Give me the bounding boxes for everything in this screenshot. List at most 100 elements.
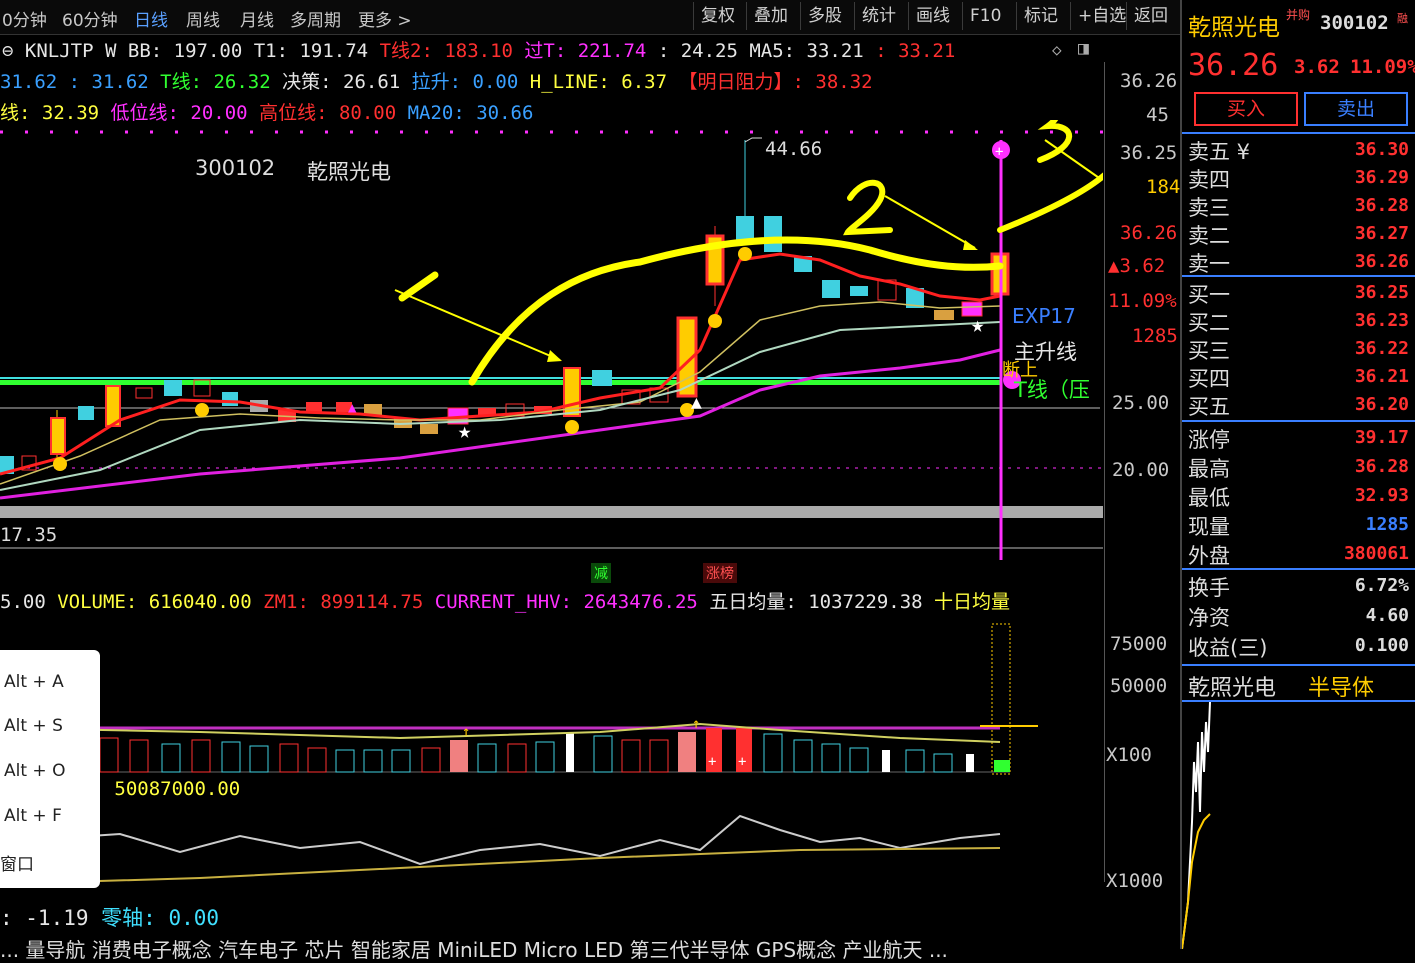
net-assets-value: 4.60: [1365, 605, 1409, 626]
bottom-grey-band: [0, 506, 1103, 518]
current-volume-value: 1285: [1365, 514, 1409, 535]
outer-volume-label: 外盘: [1188, 544, 1230, 568]
maobv-line: [0, 847, 1001, 885]
triangle-up-icon: ▲: [348, 400, 357, 416]
volume-avg5: 五日均量: 1037229.38: [709, 591, 923, 613]
shortcut-item[interactable]: Alt + S: [4, 716, 63, 736]
volume-bar: [966, 754, 974, 772]
ask-5-label: 卖五 ¥: [1188, 140, 1251, 164]
axis-price: 36.25: [1120, 142, 1178, 164]
candle: [420, 424, 438, 434]
kline-chart[interactable]: ★ ★ ▲ ▲ +: [0, 120, 1103, 560]
volume-bar: [905, 749, 925, 773]
candle: [164, 380, 182, 396]
back-button[interactable]: 返回: [1126, 2, 1175, 30]
volume-bar: [391, 749, 411, 773]
bid-2-price[interactable]: 36.23: [1355, 310, 1409, 331]
f10-button[interactable]: F10: [962, 2, 1008, 30]
indicator-w: W: [104, 40, 117, 62]
ask-3-price[interactable]: 36.28: [1355, 195, 1409, 216]
chart-stock-name: 乾照光电: [307, 160, 391, 184]
limit-up-badge: 涨榜: [703, 563, 737, 583]
volume-bar: [450, 740, 468, 772]
current-volume-label: 现量: [1188, 515, 1230, 539]
ask-4-price[interactable]: 36.29: [1355, 167, 1409, 188]
panel-divider: [1182, 568, 1415, 570]
ask-4-label: 卖四: [1188, 168, 1230, 192]
volume-bar: [335, 749, 355, 773]
mini-intraday-chart[interactable]: [1182, 702, 1415, 949]
tab-weekly[interactable]: 周线: [186, 6, 220, 31]
tab-60min[interactable]: 60分钟: [62, 6, 118, 31]
arrow-2-head: [963, 240, 978, 250]
window-toggle-icon[interactable]: ◨: [1078, 38, 1089, 59]
quote-price: 36.26: [1188, 48, 1279, 83]
volume-bar: [363, 749, 383, 773]
footer-sector[interactable]: 半导体: [1308, 670, 1374, 702]
volume-bar: [507, 743, 527, 773]
reduce-badge: 减: [591, 563, 611, 583]
multi-stock-button[interactable]: 多股: [800, 2, 849, 30]
high-price-label: 44.66: [765, 138, 823, 160]
zero-axis: 零轴: 0.00: [101, 906, 220, 930]
bottom-value: : -1.19: [0, 906, 89, 930]
volume-bar: [566, 732, 574, 772]
obv-chart[interactable]: [0, 800, 1103, 900]
add-watchlist-button[interactable]: +自选: [1070, 2, 1133, 30]
buy-button[interactable]: 买入: [1194, 92, 1298, 126]
ask-1-price[interactable]: 36.26: [1355, 251, 1409, 272]
limit-up-value: 39.17: [1354, 427, 1409, 448]
ask-2-price[interactable]: 36.27: [1355, 223, 1409, 244]
volume-axis-75000: 75000: [1110, 633, 1168, 655]
panel-divider: [1182, 664, 1415, 666]
chart-stock-code: 300102: [195, 156, 276, 180]
mark-button[interactable]: 标记: [1016, 2, 1065, 30]
axis-pct: 11.09%: [1108, 290, 1177, 312]
low-label: 最低: [1188, 486, 1230, 510]
shortcut-item[interactable]: Alt + A: [4, 672, 64, 692]
ma20-line: [0, 321, 1001, 491]
mark-2-stroke: [843, 179, 893, 236]
draw-line-button[interactable]: 画线: [908, 2, 957, 30]
volume-bar: [649, 739, 669, 773]
sell-button[interactable]: 卖出: [1304, 92, 1408, 126]
indicator-name: ⊖: [2, 40, 25, 62]
signal-dot: [53, 457, 67, 471]
candle: [50, 417, 66, 455]
tab-multi-period[interactable]: 多周期: [290, 6, 341, 31]
volume-bar: [477, 743, 497, 773]
indicator-colon-value: : 24.25: [657, 40, 738, 62]
restore-rights-button[interactable]: 复权: [693, 2, 742, 30]
overlay-button[interactable]: 叠加: [746, 2, 795, 30]
volume-axis-unit: X100: [1106, 744, 1152, 766]
shortcut-item-window[interactable]: 窗口: [0, 850, 34, 875]
statistics-button[interactable]: 统计: [854, 2, 903, 30]
shortcut-item[interactable]: Alt + F: [4, 806, 62, 826]
bid-1-price[interactable]: 36.25: [1355, 282, 1409, 303]
tab-more[interactable]: 更多 >: [358, 6, 412, 31]
volume-chart[interactable]: + + ↑ ↑: [0, 620, 1103, 780]
indicator-ma5: MA5: 33.21: [749, 40, 864, 62]
t-line-pressure-label: T线（压: [1014, 378, 1090, 402]
tab-daily[interactable]: 日线: [134, 6, 168, 31]
shortcut-item[interactable]: Alt + O: [4, 761, 65, 781]
bid-3-price[interactable]: 36.22: [1355, 338, 1409, 359]
hand-drawn-up-curve: [997, 172, 1103, 233]
axis-change: ▲3.62: [1108, 255, 1166, 277]
volume-bar: [221, 741, 241, 773]
diamond-icon[interactable]: ◇: [1052, 40, 1062, 59]
volume-bar: [535, 741, 555, 773]
volume-bar: [307, 747, 327, 773]
bid-4-price[interactable]: 36.21: [1355, 366, 1409, 387]
tab-monthly[interactable]: 月线: [240, 6, 274, 31]
ask-5-price[interactable]: 36.30: [1355, 139, 1409, 160]
volume-zm1: ZM1: 899114.75: [263, 591, 424, 613]
quote-pct: 11.09%: [1350, 56, 1415, 78]
indicator-formula-name[interactable]: KNLJTP: [25, 40, 94, 62]
high-pointer: [744, 137, 762, 143]
quote-stock-name: 乾照光电: [1188, 15, 1280, 41]
low-price-label: 17.35: [0, 524, 58, 546]
tab-minute[interactable]: 0分钟: [2, 6, 47, 31]
bid-5-price[interactable]: 36.20: [1355, 394, 1409, 415]
volume-value: VOLUME: 616040.00: [57, 591, 252, 613]
